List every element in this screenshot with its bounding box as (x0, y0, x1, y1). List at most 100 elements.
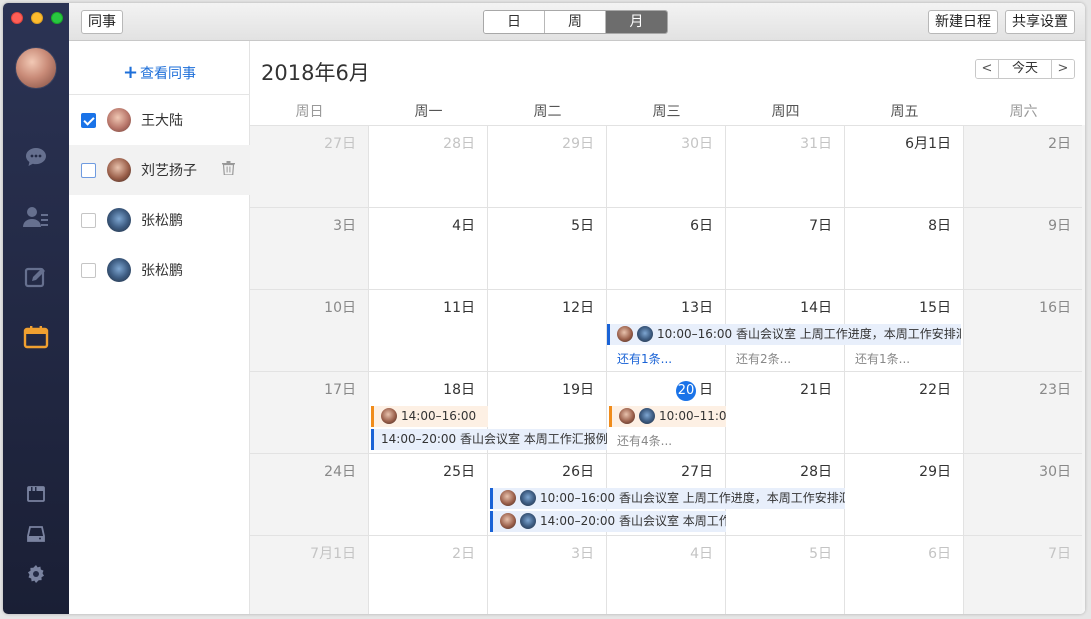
day-cell[interactable]: 2日 (964, 125, 1084, 207)
day-cell[interactable]: 3日 (250, 207, 369, 289)
day-cell[interactable]: 5日 (726, 535, 845, 614)
day-number: 28日 (800, 464, 832, 480)
colleague-checkbox[interactable] (81, 163, 96, 178)
close-window-button[interactable] (11, 12, 23, 24)
colleague-name: 刘艺扬子 (141, 163, 197, 179)
view-colleagues-label: 查看同事 (140, 66, 197, 82)
day-cell[interactable]: 17日 (250, 371, 369, 453)
settings-gear-icon[interactable] (25, 563, 47, 585)
weekday-header: 周二 (533, 104, 562, 120)
app-window: 同事 日 周 月 新建日程 共享设置 + 查看同事 王大陆 刘艺扬子 张松鹏 张… (3, 3, 1085, 614)
zoom-window-button[interactable] (51, 12, 63, 24)
day-cell[interactable]: 28日 (369, 125, 488, 207)
weekday-header: 周三 (652, 104, 681, 120)
window-icon[interactable] (25, 483, 47, 505)
day-number: 2日 (452, 546, 475, 562)
day-cell[interactable]: 22日 (845, 371, 964, 453)
calendar-event[interactable]: 10:00–16:00 香山会议室 上周工作进度，本周工作安排汇报 (607, 324, 961, 345)
day-cell[interactable]: 10日 (250, 289, 369, 371)
day-number: 4日 (690, 546, 713, 562)
day-number: 13日 (681, 300, 713, 316)
colleague-panel: + 查看同事 王大陆 刘艺扬子 张松鹏 张松鹏 (69, 41, 250, 614)
tab-month[interactable]: 月 (606, 11, 667, 33)
day-cell[interactable]: 5日 (488, 207, 607, 289)
day-cell[interactable]: 11日 (369, 289, 488, 371)
calendar-event[interactable]: 10:00–16:00 香山会议室 上周工作进度，本周工作安排汇报 (490, 488, 845, 509)
day-cell[interactable]: 30日 (964, 453, 1084, 535)
colleague-button[interactable]: 同事 (81, 10, 123, 34)
calendar-event[interactable]: 10:00–11:00 (609, 406, 726, 427)
day-cell[interactable]: 9日 (964, 207, 1084, 289)
calendar-icon[interactable] (23, 324, 49, 350)
user-avatar[interactable] (15, 47, 57, 89)
avatar (107, 158, 131, 182)
colleague-item[interactable]: 王大陆 (69, 95, 250, 145)
day-cell[interactable]: 29日 (845, 453, 964, 535)
day-number: 25日 (443, 464, 475, 480)
colleague-name: 张松鹏 (141, 263, 183, 279)
new-event-button[interactable]: 新建日程 (928, 10, 998, 34)
event-text: 14:00–20:00 香山会议室 本周工作汇报例会 (381, 432, 607, 446)
day-cell[interactable]: 23日 (964, 371, 1084, 453)
day-cell[interactable]: 12日 (488, 289, 607, 371)
colleague-checkbox[interactable] (81, 263, 96, 278)
day-cell[interactable]: 29日 (488, 125, 607, 207)
tab-week[interactable]: 周 (545, 11, 606, 33)
date-navigator: < 今天 > (975, 59, 1075, 79)
day-cell[interactable]: 21日 (726, 371, 845, 453)
day-number: 27日 (681, 464, 713, 480)
more-events-link[interactable]: 还有4条... (617, 432, 672, 449)
colleague-item[interactable]: 张松鹏 (69, 245, 250, 295)
scrollbar[interactable] (1082, 125, 1085, 614)
colleague-name: 王大陆 (141, 113, 183, 129)
day-number: 8日 (928, 218, 951, 234)
day-number: 29日 (562, 136, 594, 152)
weekday-header: 周四 (771, 104, 800, 120)
contacts-icon[interactable] (23, 204, 49, 230)
minimize-window-button[interactable] (31, 12, 43, 24)
calendar-event[interactable]: 14:00–20:00 香山会议室 本周工作汇报例会 (371, 429, 607, 450)
day-cell[interactable]: 3日 (488, 535, 607, 614)
day-cell[interactable]: 25日 (369, 453, 488, 535)
day-cell[interactable]: 31日 (726, 125, 845, 207)
colleague-item[interactable]: 张松鹏 (69, 195, 250, 245)
day-number: 24日 (324, 464, 356, 480)
share-settings-button[interactable]: 共享设置 (1005, 10, 1075, 34)
day-cell[interactable]: 6日 (607, 207, 726, 289)
day-cell[interactable]: 16日 (964, 289, 1084, 371)
colleague-checkbox[interactable] (81, 113, 96, 128)
drive-icon[interactable] (25, 523, 47, 545)
more-events-link[interactable]: 还有1条... (617, 350, 672, 367)
calendar-event[interactable]: 14:00–16:00 (371, 406, 488, 427)
day-cell[interactable]: 7日 (726, 207, 845, 289)
day-cell[interactable]: 7月1日 (250, 535, 369, 614)
day-cell[interactable]: 27日 (250, 125, 369, 207)
day-cell[interactable]: 30日 (607, 125, 726, 207)
day-number: 12日 (562, 300, 594, 316)
day-cell[interactable]: 24日 (250, 453, 369, 535)
today-button[interactable]: 今天 (998, 60, 1052, 78)
colleague-item[interactable]: 刘艺扬子 (69, 145, 250, 195)
next-month-button[interactable]: > (1052, 60, 1074, 78)
prev-month-button[interactable]: < (976, 60, 998, 78)
colleague-name: 张松鹏 (141, 213, 183, 229)
day-cell[interactable]: 6日 (845, 535, 964, 614)
day-cell[interactable]: 4日 (369, 207, 488, 289)
day-cell[interactable]: 4日 (607, 535, 726, 614)
tab-day[interactable]: 日 (484, 11, 545, 33)
day-cell[interactable]: 7日 (964, 535, 1084, 614)
day-cell[interactable]: 2日 (369, 535, 488, 614)
day-cell[interactable]: 6月1日 (845, 125, 964, 207)
more-events-link[interactable]: 还有1条... (855, 350, 910, 367)
day-number: 3日 (333, 218, 356, 234)
day-number: 14日 (800, 300, 832, 316)
day-number: 7月1日 (310, 546, 356, 562)
more-events-link[interactable]: 还有2条... (736, 350, 791, 367)
calendar-event[interactable]: 14:00–20:00 香山会议室 本周工作汇报 (490, 511, 726, 532)
view-colleagues-button[interactable]: + 查看同事 (69, 61, 250, 85)
day-cell[interactable]: 8日 (845, 207, 964, 289)
chat-icon[interactable] (23, 144, 49, 170)
colleague-checkbox[interactable] (81, 213, 96, 228)
delete-trash-icon[interactable] (222, 161, 235, 179)
compose-icon[interactable] (23, 264, 49, 290)
